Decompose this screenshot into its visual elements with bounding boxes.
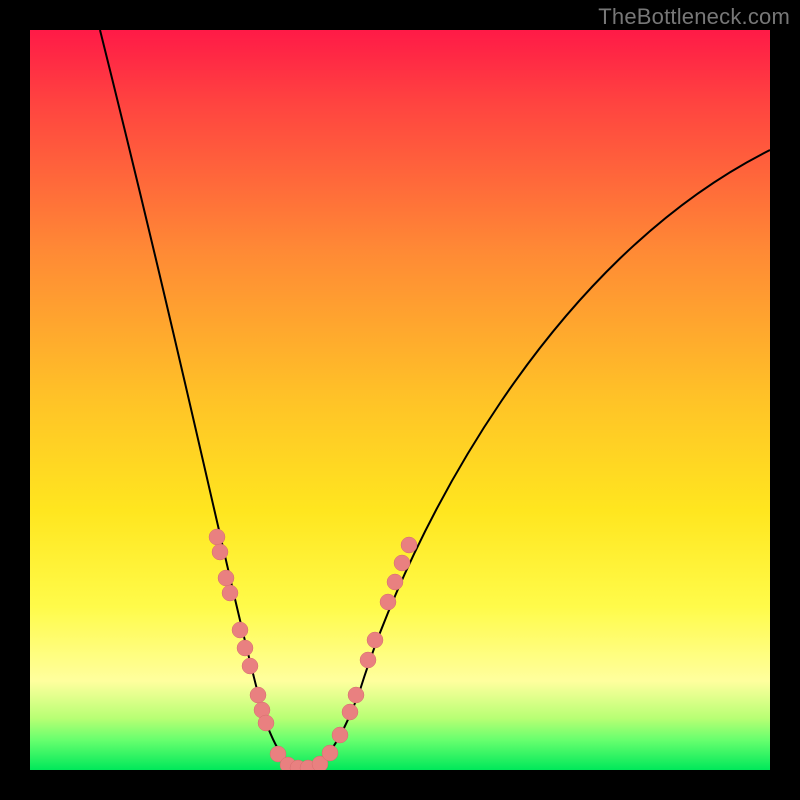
- data-bead: [322, 745, 338, 761]
- watermark-text: TheBottleneck.com: [598, 4, 790, 30]
- data-bead: [348, 687, 364, 703]
- chart-plot-area: [30, 30, 770, 770]
- data-bead: [242, 658, 258, 674]
- data-bead: [380, 594, 396, 610]
- data-bead: [367, 632, 383, 648]
- beads-left-group: [209, 529, 316, 770]
- data-bead: [209, 529, 225, 545]
- data-bead: [360, 652, 376, 668]
- data-bead: [218, 570, 234, 586]
- data-bead: [237, 640, 253, 656]
- data-bead: [232, 622, 248, 638]
- data-bead: [258, 715, 274, 731]
- chart-svg: [30, 30, 770, 770]
- data-bead: [222, 585, 238, 601]
- data-bead: [394, 555, 410, 571]
- beads-right-group: [312, 537, 417, 770]
- data-bead: [212, 544, 228, 560]
- data-bead: [250, 687, 266, 703]
- data-bead: [387, 574, 403, 590]
- data-bead: [401, 537, 417, 553]
- data-bead: [342, 704, 358, 720]
- data-bead: [332, 727, 348, 743]
- bottleneck-curve: [100, 30, 770, 768]
